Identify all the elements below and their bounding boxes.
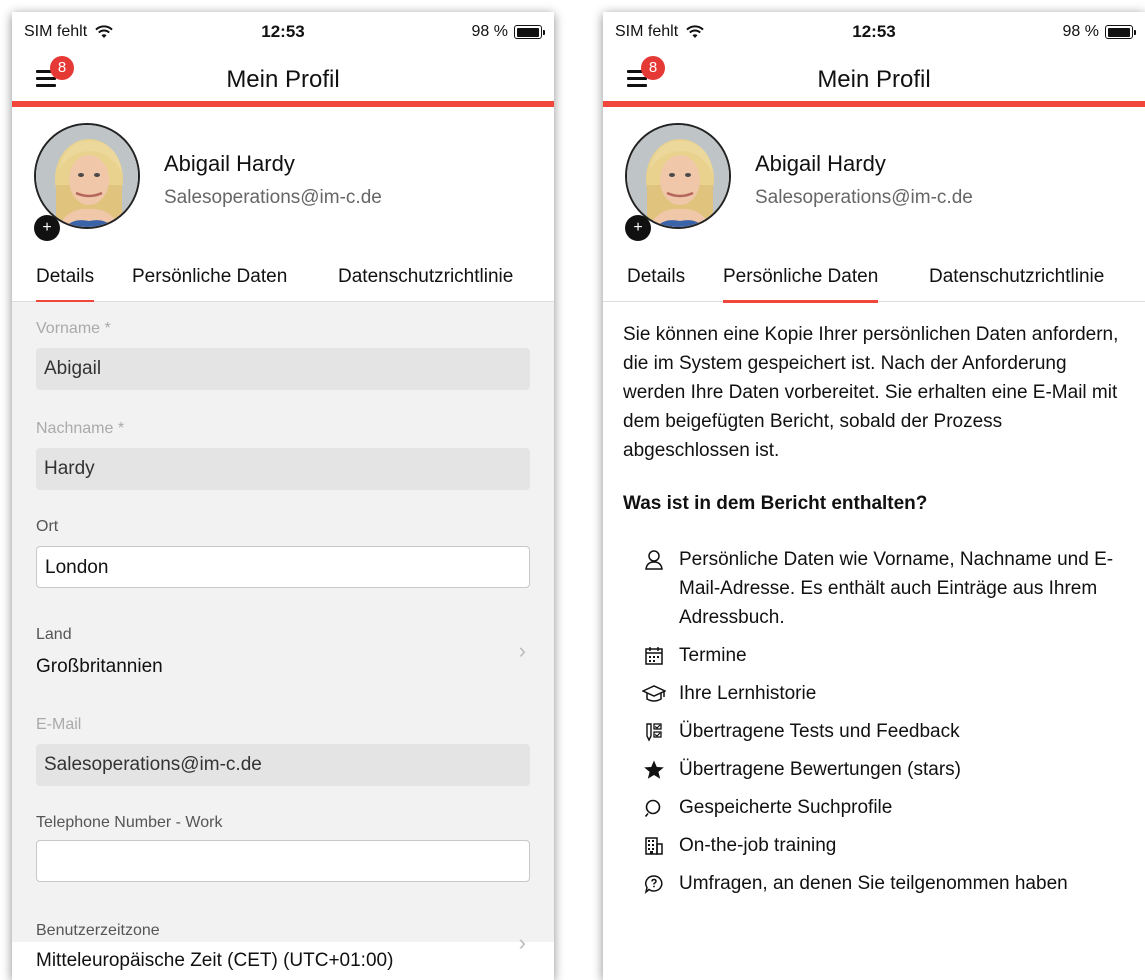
tab-details[interactable]: Details [627,266,685,300]
battery-status: 98 % [1062,23,1136,41]
list-item-text: Übertragene Tests und Feedback [679,721,960,742]
list-item: On-the-job training [623,831,1131,860]
timezone-select[interactable]: Mitteleuropäische Zeit (CET) (UTC+01:00) [36,950,393,972]
profile-name: Abigail Hardy [755,151,886,176]
list-item-text: Übertragene Bewertungen (stars) [679,759,961,780]
email-field: Salesoperations@im-c.de [36,744,530,786]
profile-header: + Abigail Hardy Salesoperations@im-c.de [12,107,554,252]
test-checklist-icon [637,717,671,746]
battery-percent: 98 % [1062,23,1099,40]
chevron-right-icon[interactable]: › [519,638,526,664]
list-item: Ihre Lernhistorie [623,679,1131,708]
timezone-label: Benutzerzeitzone [36,922,160,939]
battery-icon [514,25,545,39]
city-input[interactable]: London [36,546,530,588]
battery-percent: 98 % [471,23,508,40]
country-select[interactable]: Großbritannien [36,656,163,678]
list-item: Gespeicherte Suchprofile [623,793,1131,822]
firstname-label: Vorname * [36,320,111,337]
tab-details[interactable]: Details [36,266,95,303]
battery-status: 98 % [471,23,545,41]
profile-email: Salesoperations@im-c.de [164,187,382,208]
search-icon [637,793,671,822]
nav-bar: 8 Mein Profil [12,52,554,107]
chevron-right-icon[interactable]: › [519,930,526,956]
profile-email: Salesoperations@im-c.de [755,187,973,208]
list-item: Persönliche Daten wie Vorname, Nachname … [623,545,1131,632]
star-icon [637,755,671,784]
list-item-text: Gespeicherte Suchprofile [679,797,893,818]
calendar-icon [637,641,671,670]
personal-data-content: Sie können eine Kopie Ihrer persönlichen… [603,302,1145,898]
list-item: Übertragene Tests und Feedback [623,717,1131,746]
tab-personal-data[interactable]: Persönliche Daten [723,266,879,303]
firstname-field: Abigail [36,348,530,390]
battery-icon [1105,25,1136,39]
country-label: Land [36,626,72,643]
add-photo-button[interactable]: + [625,215,651,241]
lastname-field: Hardy [36,448,530,490]
lastname-label: Nachname * [36,420,125,437]
list-item-text: Termine [679,645,747,666]
list-item: Übertragene Bewertungen (stars) [623,755,1131,784]
tab-bar: Details Persönliche Daten Datenschutzric… [12,252,554,303]
list-item-text: On-the-job training [679,835,837,856]
avatar[interactable] [34,123,140,229]
building-icon [637,831,671,860]
email-label: E-Mail [36,716,82,733]
add-photo-button[interactable]: + [34,215,60,241]
tab-personal-data[interactable]: Persönliche Daten [132,266,287,300]
avatar[interactable] [625,123,731,229]
details-form: Vorname * Abigail Nachname * Hardy Ort L… [12,302,554,971]
page-title: Mein Profil [226,66,340,93]
list-item-text: Umfragen, an denen Sie teilgenommen habe… [679,873,1068,894]
list-item: Termine [623,641,1131,670]
report-contents-list: Persönliche Daten wie Vorname, Nachname … [623,545,1131,898]
list-item-text: Persönliche Daten wie Vorname, Nachname … [679,549,1114,628]
status-bar: SIM fehlt 12:53 98 % [12,12,554,52]
list-item-text: Ihre Lernhistorie [679,683,817,704]
phone-input[interactable] [36,840,530,882]
tab-privacy-policy[interactable]: Datenschutzrichtlinie [338,266,513,300]
person-icon [637,545,671,574]
graduation-cap-icon [637,679,671,708]
intro-text: Sie können eine Kopie Ihrer persönlichen… [623,324,1119,461]
tab-privacy-policy[interactable]: Datenschutzrichtlinie [929,266,1104,300]
report-heading: Was ist in dem Bericht enthalten? [623,493,928,514]
profile-personal-data-screen: SIM fehlt 12:53 98 % 8 Mein Profil + Abi… [603,12,1145,980]
status-bar: SIM fehlt 12:53 98 % [603,12,1145,52]
profile-header: + Abigail Hardy Salesoperations@im-c.de [603,107,1145,252]
list-item: Umfragen, an denen Sie teilgenommen habe… [623,869,1131,898]
phone-label: Telephone Number - Work [36,814,223,831]
profile-details-screen: SIM fehlt 12:53 98 % 8 Mein Profil + Abi… [12,12,554,980]
page-title: Mein Profil [817,66,931,93]
profile-name: Abigail Hardy [164,151,295,176]
tab-bar: Details Persönliche Daten Datenschutzric… [603,252,1145,303]
nav-bar: 8 Mein Profil [603,52,1145,107]
city-label: Ort [36,518,59,535]
survey-bubble-icon [637,869,671,898]
